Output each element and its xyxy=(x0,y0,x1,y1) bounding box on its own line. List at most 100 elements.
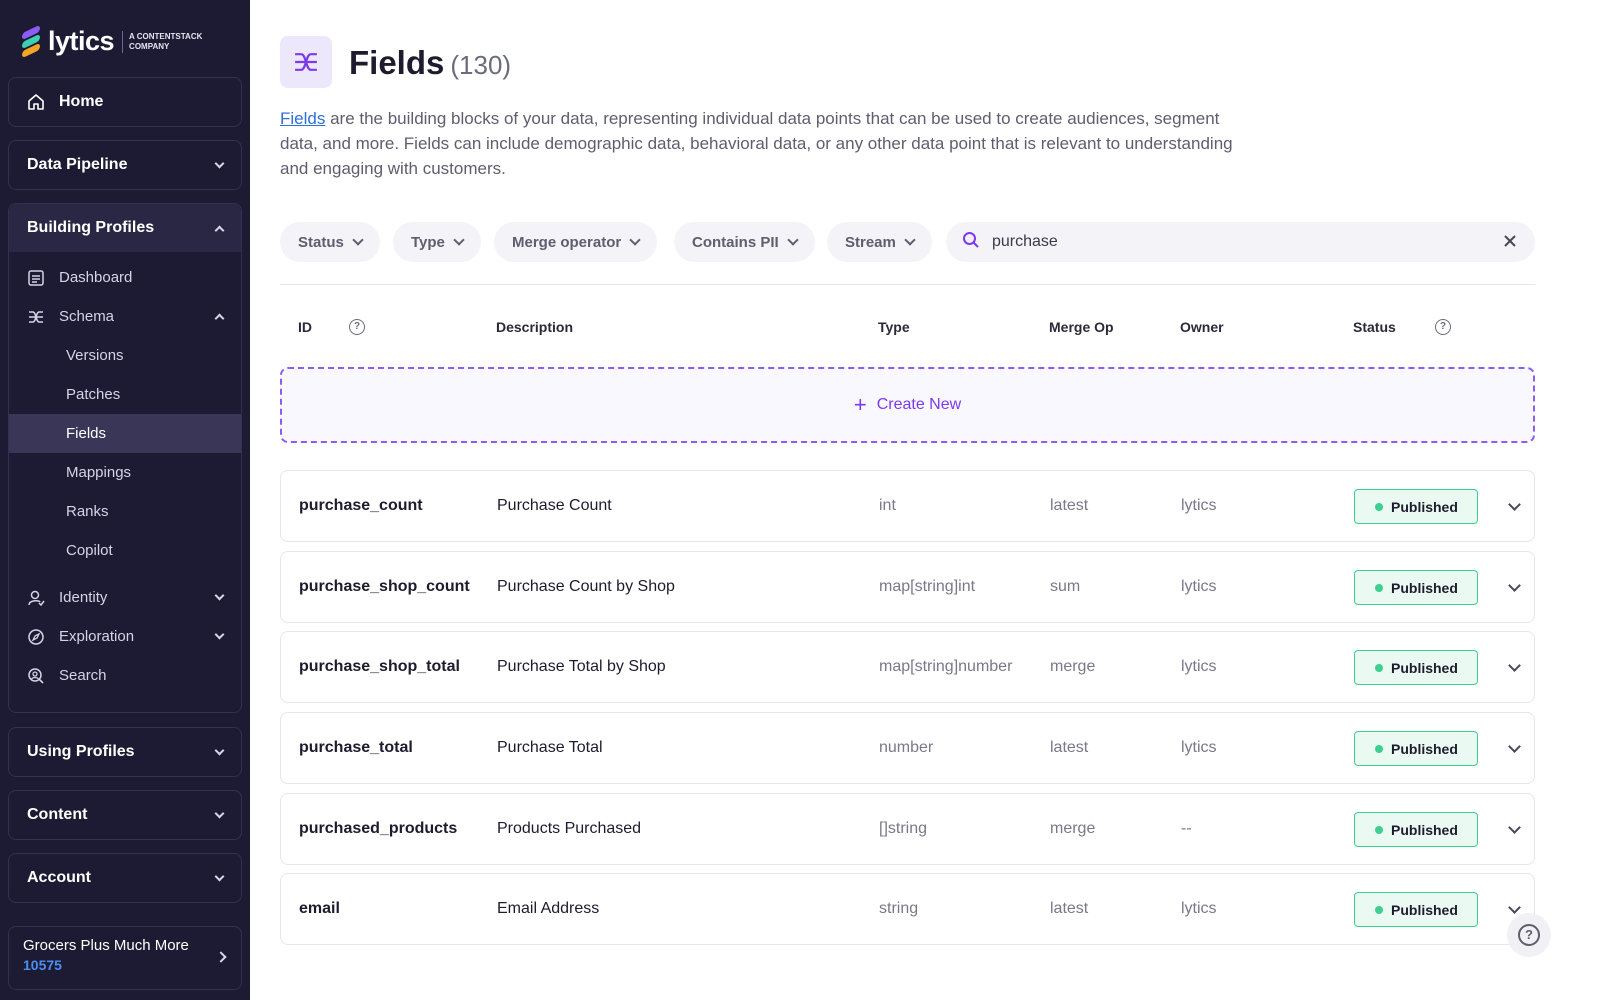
field-merge-op: latest xyxy=(1050,900,1089,917)
field-description: Products Purchased xyxy=(497,820,642,837)
filter-status[interactable]: Status xyxy=(280,222,380,262)
chevron-down-icon[interactable] xyxy=(1508,659,1521,672)
nav-home-label: Home xyxy=(59,93,104,110)
help-icon: ? xyxy=(1518,924,1540,946)
nav-home[interactable]: Home xyxy=(8,77,242,127)
chevron-down-icon xyxy=(214,158,225,168)
chevron-down-icon xyxy=(352,234,364,246)
nav-building-profiles: Building Profiles Dashboard Schema Versi… xyxy=(8,203,242,713)
field-id: purchase_count xyxy=(299,497,423,514)
chevron-down-icon xyxy=(214,871,225,881)
sidebar-item-label: Search xyxy=(59,667,107,684)
filter-status-label: Status xyxy=(298,233,344,251)
chevron-down-icon xyxy=(214,745,225,755)
chevron-up-icon xyxy=(214,313,225,324)
status-label: Published xyxy=(1391,821,1458,838)
chevron-up-icon xyxy=(214,225,225,235)
table-row[interactable]: purchase_shop_count Purchase Count by Sh… xyxy=(280,551,1535,623)
chevron-down-icon xyxy=(904,234,916,246)
chevron-down-icon xyxy=(787,234,799,246)
sidebar-item-mappings[interactable]: Mappings xyxy=(9,453,241,492)
sidebar-item-exploration[interactable]: Exploration xyxy=(9,617,241,656)
column-merge-op[interactable]: Merge Op xyxy=(1049,319,1114,335)
help-icon[interactable]: ? xyxy=(1435,319,1451,335)
status-badge: Published xyxy=(1354,650,1478,685)
chevron-down-icon[interactable] xyxy=(1508,579,1521,592)
sidebar-item-ranks[interactable]: Ranks xyxy=(9,492,241,531)
fields-doc-link[interactable]: Fields xyxy=(280,109,325,128)
field-owner: lytics xyxy=(1181,578,1217,595)
nav-data-pipeline[interactable]: Data Pipeline xyxy=(8,140,242,190)
field-merge-op: latest xyxy=(1050,497,1089,514)
table-row[interactable]: purchase_total Purchase Total number lat… xyxy=(280,712,1535,784)
column-status[interactable]: Status xyxy=(1353,319,1396,335)
chevron-down-icon[interactable] xyxy=(1508,740,1521,753)
field-type: []string xyxy=(879,820,928,837)
chevron-down-icon[interactable] xyxy=(1508,821,1521,834)
sidebar-item-fields[interactable]: Fields xyxy=(9,414,241,453)
sidebar-item-search[interactable]: Search xyxy=(9,656,241,695)
nav-account[interactable]: Account xyxy=(8,853,242,903)
create-new-button[interactable]: + Create New xyxy=(280,367,1535,443)
status-dot-icon xyxy=(1375,744,1383,753)
field-id: purchased_products xyxy=(299,820,458,837)
home-icon xyxy=(27,93,45,111)
help-icon[interactable]: ? xyxy=(349,319,365,335)
field-description: Purchase Total by Shop xyxy=(497,658,666,675)
table-row[interactable]: purchased_products Products Purchased []… xyxy=(280,793,1535,865)
chevron-down-icon[interactable] xyxy=(1508,498,1521,511)
filter-stream[interactable]: Stream xyxy=(827,222,932,262)
chevron-down-icon xyxy=(214,808,225,818)
search-input[interactable] xyxy=(992,233,1492,251)
field-id: email xyxy=(299,900,340,917)
logo-text: lytics xyxy=(48,26,115,56)
search-icon xyxy=(962,231,980,254)
status-label: Published xyxy=(1391,498,1458,515)
field-owner: lytics xyxy=(1181,658,1217,675)
nav-building-profiles-header[interactable]: Building Profiles xyxy=(9,204,241,252)
nav-data-pipeline-label: Data Pipeline xyxy=(27,156,128,173)
nav-content[interactable]: Content xyxy=(8,790,242,840)
status-dot-icon xyxy=(1375,502,1383,511)
table-row[interactable]: purchase_shop_total Purchase Total by Sh… xyxy=(280,631,1535,703)
logo-tagline: A CONTENTSTACK COMPANY xyxy=(129,31,203,51)
sidebar-item-identity[interactable]: Identity xyxy=(9,578,241,617)
column-type[interactable]: Type xyxy=(878,319,910,335)
clear-search-icon[interactable] xyxy=(1503,234,1517,248)
fields-title-icon xyxy=(280,36,332,88)
column-description[interactable]: Description xyxy=(496,319,573,335)
status-label: Published xyxy=(1391,659,1458,676)
status-dot-icon xyxy=(1375,583,1383,592)
table-row[interactable]: email Email Address string latest lytics… xyxy=(280,873,1535,945)
sidebar-item-schema[interactable]: Schema xyxy=(9,297,241,336)
filter-type[interactable]: Type xyxy=(393,222,481,262)
field-type: string xyxy=(879,900,919,917)
create-new-label: Create New xyxy=(876,396,962,413)
help-button[interactable]: ? xyxy=(1507,913,1551,957)
lytics-logo[interactable]: lytics A CONTENTSTACK COMPANY xyxy=(22,24,209,58)
org-switcher[interactable]: Grocers Plus Much More 10575 xyxy=(8,926,242,990)
sidebar-item-dashboard[interactable]: Dashboard xyxy=(9,258,241,297)
column-id[interactable]: ID xyxy=(298,319,312,335)
filter-merge-operator[interactable]: Merge operator xyxy=(494,222,658,262)
page-title-text: Fields xyxy=(349,44,445,81)
filter-stream-label: Stream xyxy=(845,233,896,251)
filter-contains-pii[interactable]: Contains PII xyxy=(674,222,815,262)
nav-using-profiles-label: Using Profiles xyxy=(27,743,135,760)
nav-using-profiles[interactable]: Using Profiles xyxy=(8,727,242,777)
sidebar-item-versions[interactable]: Versions xyxy=(9,336,241,375)
sidebar: lytics A CONTENTSTACK COMPANY Home Data … xyxy=(0,0,250,1000)
sidebar-item-patches[interactable]: Patches xyxy=(9,375,241,414)
field-type: map[string]number xyxy=(879,658,1013,675)
field-id: purchase_shop_total xyxy=(299,658,460,675)
field-owner: lytics xyxy=(1181,900,1217,917)
sidebar-item-label: Identity xyxy=(59,589,108,606)
status-dot-icon xyxy=(1375,825,1383,834)
field-merge-op: latest xyxy=(1050,739,1089,756)
table-row[interactable]: purchase_count Purchase Count int latest… xyxy=(280,470,1535,542)
chevron-down-icon[interactable] xyxy=(1508,901,1521,914)
chevron-down-icon xyxy=(453,234,465,246)
field-owner: lytics xyxy=(1181,497,1217,514)
sidebar-item-copilot[interactable]: Copilot xyxy=(9,531,241,570)
column-owner[interactable]: Owner xyxy=(1180,319,1224,335)
